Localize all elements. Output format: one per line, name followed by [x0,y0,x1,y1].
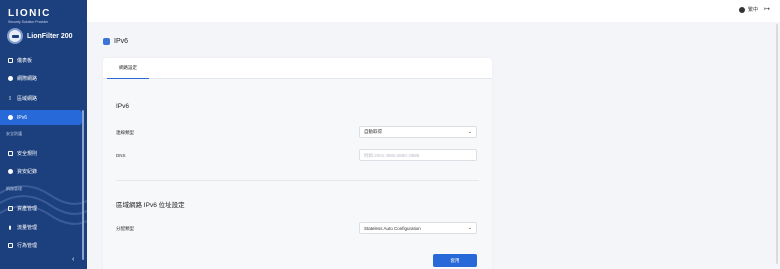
assign-type-value: Stateless Auto Configuration [364,225,421,231]
chevron-down-icon: ⌄ [467,225,472,231]
device-name: LionFilter 200 [27,32,73,40]
sidebar-item-label: 網際網路 [17,76,38,82]
connection-type-label: 連線類型 [116,130,134,135]
ipv6-icon [103,38,110,45]
sidebar-item-label: 區域網路 [17,96,38,102]
device-info: LionFilter 200 [7,28,73,44]
collapse-sidebar-icon[interactable]: ‹ [72,256,74,263]
sidebar-item-lan[interactable]: ⁞⁞ 區域網路 [0,91,82,106]
lan-section-title: 區域網路 IPv6 位址設定 [116,202,185,209]
network-icon: ⁞⁞ [8,95,12,102]
sidebar-item-dashboard[interactable]: 儀表板 [0,53,82,68]
chart-icon: ▮ [8,224,12,231]
section-network: 網路管理 [6,186,22,191]
sidebar-item-label: 行為管理 [17,243,38,249]
log-icon [7,169,13,175]
section-security: 安全防護 [6,131,22,136]
dns-input[interactable] [359,149,477,161]
connection-type-value: 自動取得 [364,129,382,134]
device-icon [7,28,23,44]
sidebar-item-label: 流量管理 [17,225,38,231]
sidebar-item-label: 安全規則 [17,151,38,157]
assign-type-label: 分配類型 [116,226,134,231]
dns-label: DNS [116,153,126,158]
chevron-down-icon: ⌄ [467,129,472,135]
page-title-text: IPv6 [114,38,129,45]
sidebar-item-label: 儀表板 [17,58,33,64]
logout-icon[interactable]: ↦ [764,5,770,13]
ipv6-icon [7,115,13,121]
globe-icon [738,6,745,13]
settings-card: 網路設定 IPv6 連線類型 自動取得 ⌄ DNS 區域網路 IPv6 位址設定… [103,58,492,269]
divider [116,180,479,181]
sidebar-item-label: 資產管理 [17,206,38,212]
ipv6-section-title: IPv6 [116,103,130,110]
tab-network-settings[interactable]: 網路設定 [107,58,149,79]
sidebar-item-security-rules[interactable]: 安全規則 [0,146,82,161]
sidebar-item-label: IPv6 [17,114,28,121]
dashboard-icon [7,58,13,64]
sidebar: LIONIC Security Solution Provider LionFi… [0,0,87,269]
sidebar-item-behavior[interactable]: 行為管理 [0,238,82,253]
page-scrollbar[interactable] [776,24,778,264]
page-title: IPv6 [103,38,128,45]
sidebar-item-security-log[interactable]: 資安紀錄 [0,164,82,179]
language-selector[interactable]: 繁中 [738,6,758,13]
brand-logo[interactable]: LIONIC Security Solution Provider [8,8,80,24]
brand-tagline: Security Solution Provider [8,20,49,24]
tab-bar: 網路設定 [103,58,492,79]
assign-type-select[interactable]: Stateless Auto Configuration ⌄ [359,222,477,234]
sidebar-item-asset[interactable]: 資產管理 [0,201,82,216]
sidebar-item-internet[interactable]: 網際網路 [0,71,82,86]
sidebar-item-ipv6[interactable]: IPv6 [0,110,82,125]
brand-name: LIONIC [8,8,51,19]
asset-icon [7,206,13,212]
sidebar-item-label: 資安紀錄 [17,169,38,175]
sidebar-item-traffic[interactable]: ▮ 流量管理 [0,220,82,235]
topbar: 繁中 ↦ [87,0,780,22]
grid-icon [7,243,13,249]
apply-button[interactable]: 套用 [433,254,477,267]
connection-type-select[interactable]: 自動取得 ⌄ [359,126,477,138]
globe-icon [7,76,13,82]
card-body: IPv6 連線類型 自動取得 ⌄ DNS 區域網路 IPv6 位址設定 分配類型… [103,79,492,269]
shield-icon [7,151,13,157]
language-label: 繁中 [747,7,758,13]
sidebar-scrollbar[interactable] [82,110,84,260]
